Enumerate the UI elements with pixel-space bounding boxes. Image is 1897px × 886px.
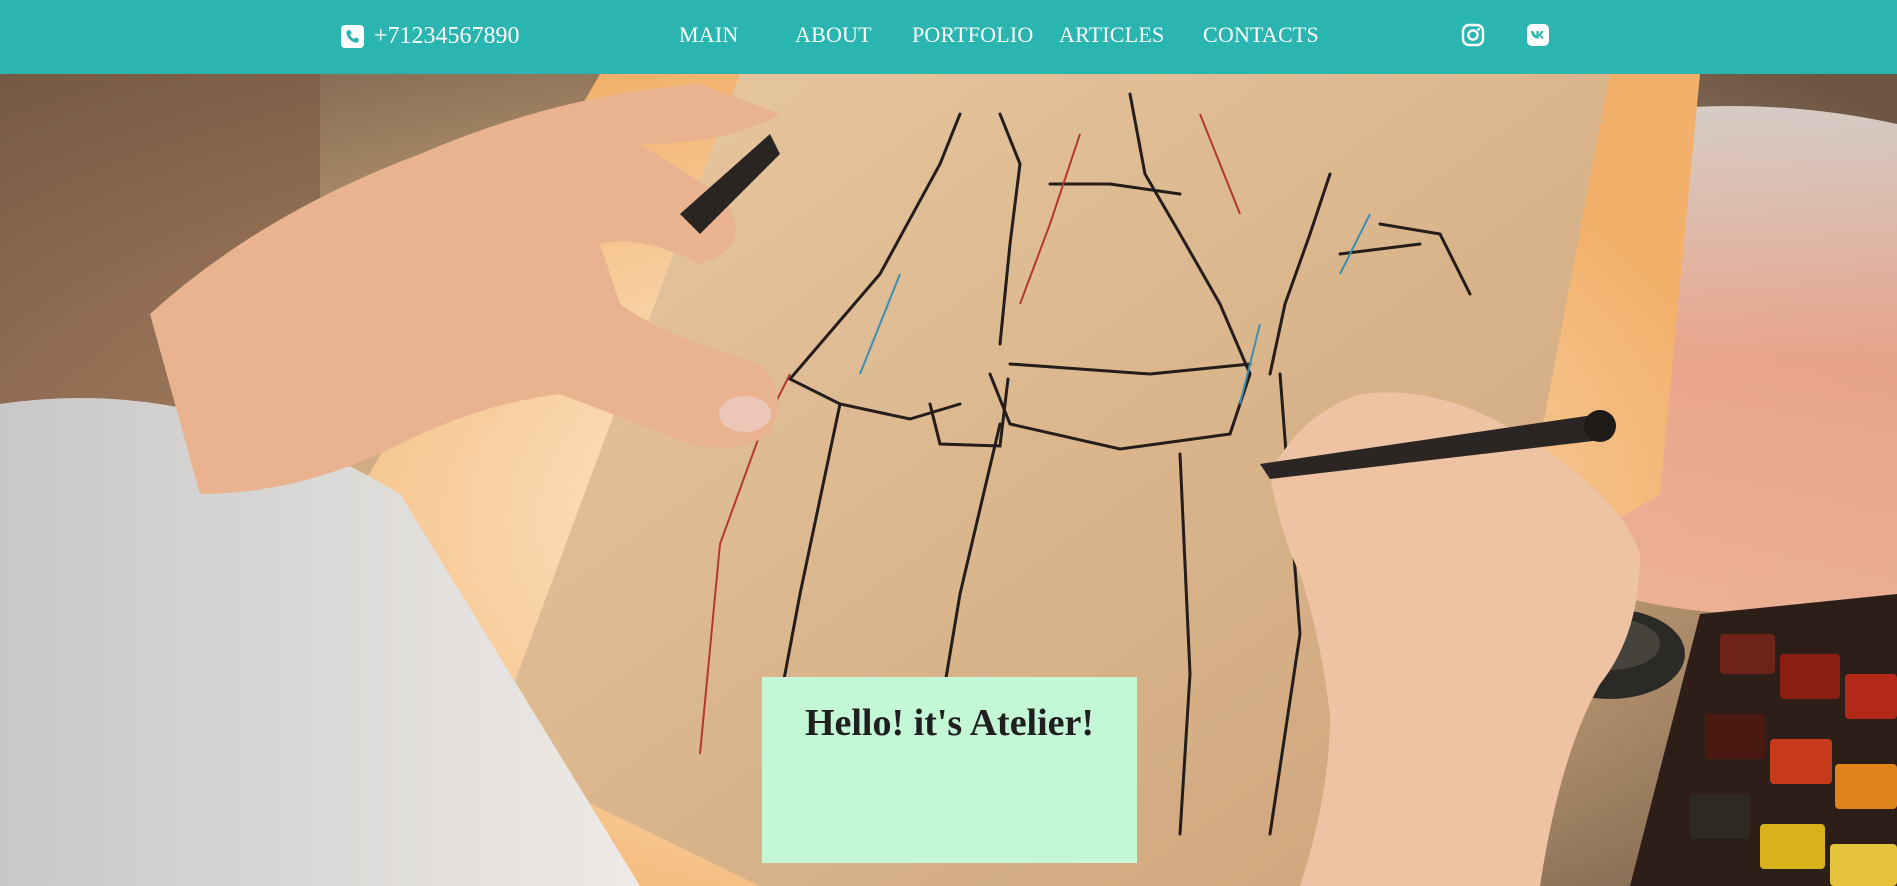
nav-articles[interactable]: ARTICLES <box>1059 22 1164 52</box>
top-navigation-bar: +71234567890 MAIN ABOUT PORTFOLIO ARTICL… <box>0 0 1897 74</box>
phone-icon <box>341 24 364 48</box>
phone-link[interactable]: +71234567890 <box>341 19 520 53</box>
nav-contacts[interactable]: CONTACTS <box>1203 22 1319 52</box>
hero-title-box: Hello! it's Atelier! <box>762 677 1137 863</box>
vk-icon[interactable] <box>1525 22 1551 48</box>
nav-about[interactable]: ABOUT <box>795 22 872 52</box>
nav-main[interactable]: MAIN <box>679 22 738 52</box>
phone-number[interactable]: +71234567890 <box>374 23 520 50</box>
hero-title: Hello! it's Atelier! <box>804 702 1095 744</box>
instagram-icon[interactable] <box>1460 22 1486 48</box>
nav-portfolio[interactable]: PORTFOLIO <box>912 22 1034 52</box>
